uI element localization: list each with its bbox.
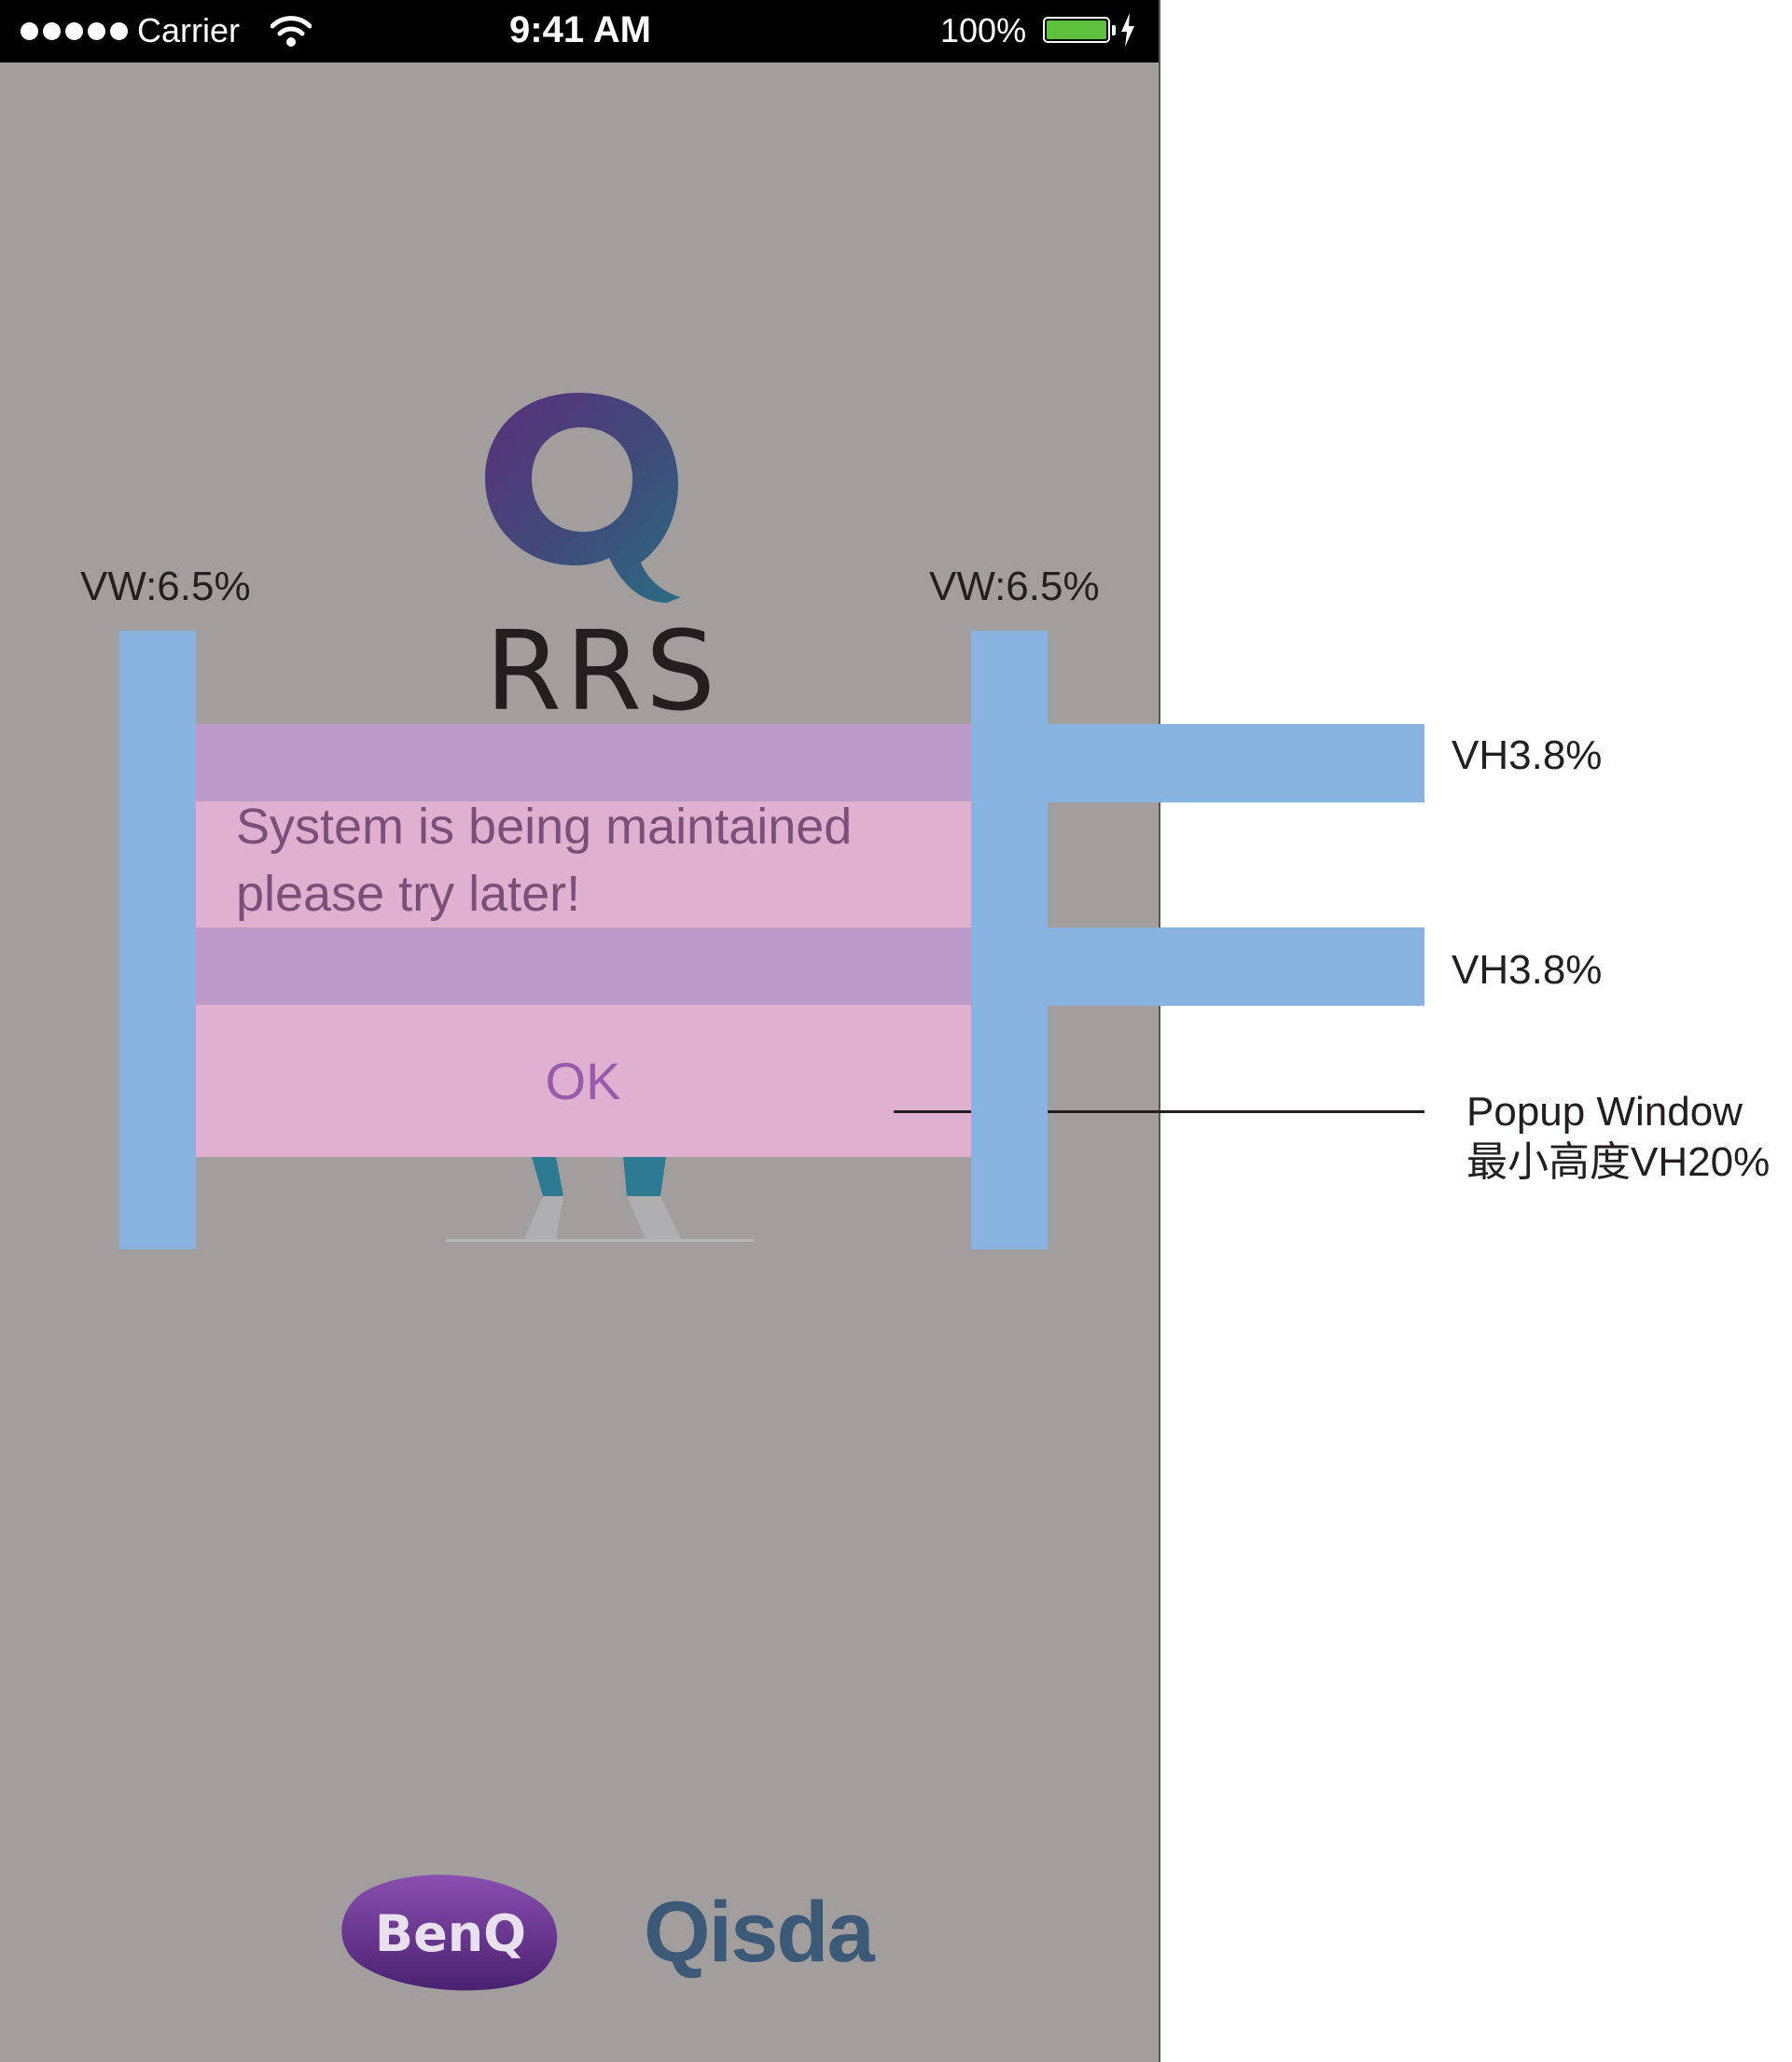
left-margin-label: VW:6.5%	[80, 564, 251, 609]
popup-window: System is being maintained please try la…	[195, 724, 971, 1157]
popup-leader-line-left	[894, 1110, 971, 1113]
popup-min-height-label: 最小高度VH20%	[1466, 1139, 1771, 1185]
charging-icon	[1121, 13, 1134, 47]
bottom-padding-label: VH3.8%	[1452, 947, 1603, 993]
right-margin-guide	[971, 631, 1048, 1249]
qisda-logo: Qisda	[644, 1885, 875, 1980]
battery-tip	[1112, 25, 1116, 35]
app-logo-text: RRS	[485, 606, 719, 735]
battery-icon	[1043, 17, 1110, 43]
top-padding-label: VH3.8%	[1452, 732, 1603, 778]
status-bar: Carrier 9:41 AM 100%	[0, 0, 1159, 63]
popup-bottom-padding	[195, 927, 971, 1005]
top-padding-guide	[1048, 724, 1424, 802]
left-margin-guide	[119, 631, 196, 1249]
popup-message: System is being maintained please try la…	[236, 799, 853, 922]
q-logo-icon	[485, 393, 681, 603]
svg-text:BenQ: BenQ	[375, 1904, 526, 1963]
popup-top-padding	[195, 724, 971, 801]
popup-leader-line-right	[1048, 1110, 1424, 1113]
figure-legs-illustration	[446, 1157, 754, 1242]
bottom-padding-guide	[1048, 927, 1424, 1006]
ok-button[interactable]: OK	[195, 1005, 971, 1157]
benq-logo: BenQ	[340, 1871, 564, 1997]
popup-window-label: Popup Window	[1466, 1089, 1743, 1135]
battery-percentage: 100%	[940, 11, 1027, 49]
right-margin-label: VW:6.5%	[929, 564, 1100, 609]
